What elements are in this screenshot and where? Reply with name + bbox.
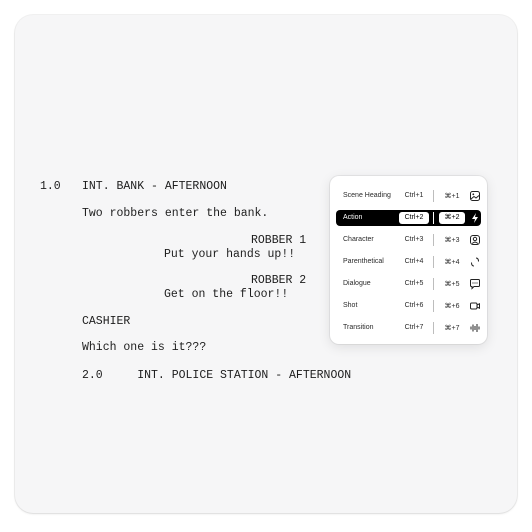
menu-item-label: Transition: [343, 324, 374, 331]
menu-item-transition[interactable]: Transition Ctrl+7 ⌘+7: [336, 320, 481, 336]
cmd-shortcut: ⌘+3: [444, 237, 460, 244]
cmd-shortcut: ⌘+2: [439, 212, 465, 224]
chat-bubble-icon: [470, 279, 480, 290]
scene-heading[interactable]: INT. BANK - AFTERNOON: [82, 180, 227, 193]
dialogue-line[interactable]: Put your hands up!!: [164, 248, 295, 261]
menu-item-parenthetical[interactable]: Parenthetical Ctrl+4 ⌘+4: [336, 254, 481, 270]
shortcut-divider: [433, 190, 434, 202]
lightning-icon: [472, 213, 478, 223]
menu-item-label: Scene Heading: [343, 192, 391, 199]
scene-heading[interactable]: 2.0 INT. POLICE STATION - AFTERNOON: [82, 369, 351, 382]
menu-item-label: Character: [343, 236, 374, 243]
ctrl-shortcut: Ctrl+2: [399, 212, 429, 224]
dialogue-line[interactable]: Get on the floor!!: [164, 288, 288, 301]
menu-item-label: Shot: [343, 302, 358, 309]
menu-item-action[interactable]: Action Ctrl+2 ⌘+2: [336, 210, 481, 226]
menu-item-label: Action: [343, 214, 363, 221]
action-line[interactable]: Two robbers enter the bank.: [82, 207, 268, 220]
shortcut-divider: [433, 300, 434, 312]
parenthesis-icon: [471, 257, 479, 267]
action-line[interactable]: Which one is it???: [82, 341, 206, 354]
image-icon: [470, 191, 480, 201]
menu-item-character[interactable]: Character Ctrl+3 ⌘+3: [336, 232, 481, 248]
cmd-shortcut: ⌘+1: [444, 193, 460, 200]
cmd-shortcut: ⌘+7: [444, 325, 460, 332]
cmd-shortcut: ⌘+5: [444, 281, 460, 288]
cmd-shortcut: ⌘+4: [444, 259, 460, 266]
camera-icon: [470, 302, 480, 310]
menu-item-label: Dialogue: [343, 280, 371, 287]
ctrl-shortcut: Ctrl+7: [404, 324, 424, 331]
ctrl-shortcut: Ctrl+6: [404, 302, 424, 309]
scene-number: 1.0: [40, 180, 61, 193]
character-name[interactable]: CASHIER: [82, 315, 130, 328]
ctrl-shortcut: Ctrl+4: [404, 258, 424, 265]
ctrl-shortcut: Ctrl+3: [404, 236, 424, 243]
character-name[interactable]: ROBBER 1: [251, 234, 306, 247]
shortcut-divider: [433, 278, 434, 290]
menu-item-shot[interactable]: Shot Ctrl+6 ⌘+6: [336, 298, 481, 314]
ctrl-shortcut: Ctrl+5: [404, 280, 424, 287]
cmd-shortcut: ⌘+6: [444, 303, 460, 310]
menu-item-scene-heading[interactable]: Scene Heading Ctrl+1 ⌘+1: [336, 188, 481, 204]
character-name[interactable]: ROBBER 2: [251, 274, 306, 287]
audio-wave-icon: [470, 324, 480, 332]
shortcut-divider: [433, 322, 434, 334]
ctrl-shortcut: Ctrl+1: [404, 192, 424, 199]
shortcut-divider: [433, 256, 434, 268]
element-type-menu: Scene Heading Ctrl+1 ⌘+1 Action Ctrl+2 ⌘…: [330, 176, 487, 344]
person-icon: [470, 235, 480, 245]
shortcut-divider: [433, 212, 434, 224]
menu-item-label: Parenthetical: [343, 258, 384, 265]
shortcut-divider: [433, 234, 434, 246]
menu-item-dialogue[interactable]: Dialogue Ctrl+5 ⌘+5: [336, 276, 481, 292]
